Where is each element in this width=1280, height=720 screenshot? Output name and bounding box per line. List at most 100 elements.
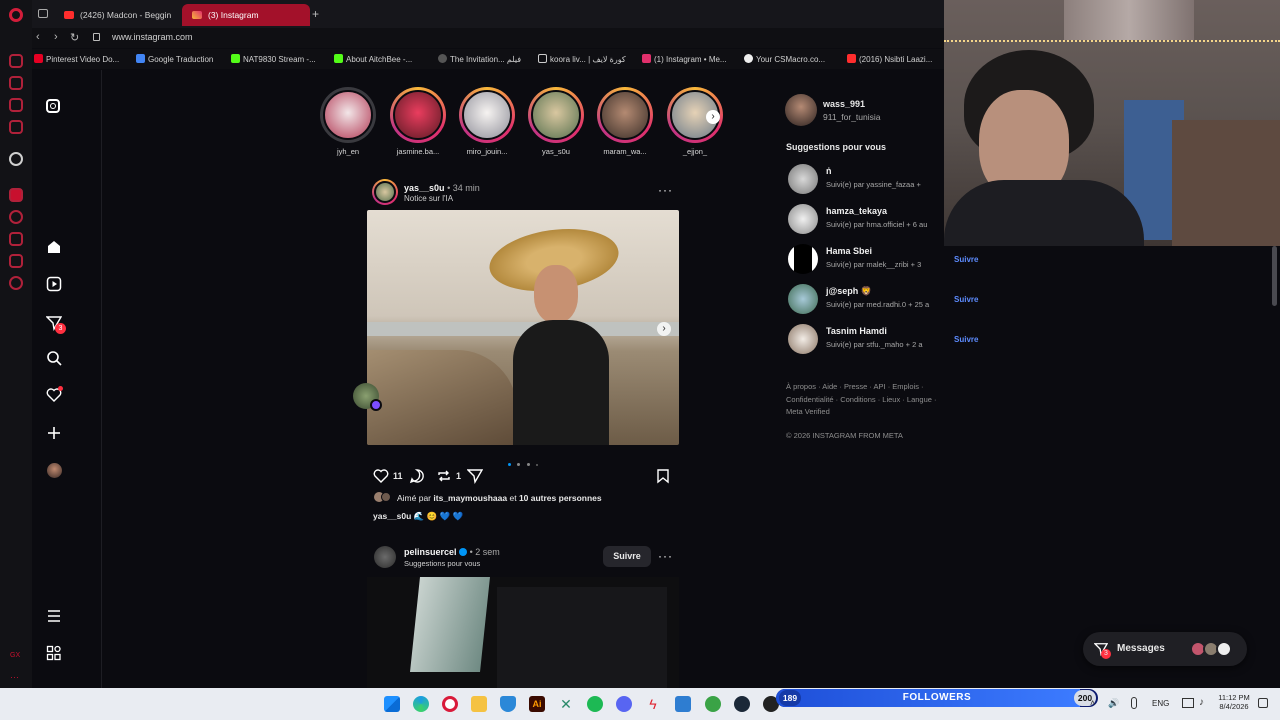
workspace-icon[interactable] [9, 76, 23, 90]
photos-icon[interactable] [675, 696, 691, 712]
bookmark-instagram[interactable]: (1) Instagram • Me... [642, 54, 727, 64]
post-options-icon[interactable]: ··· [658, 183, 673, 197]
comment-icon[interactable] [409, 468, 425, 484]
carousel-next-button[interactable]: › [657, 322, 671, 336]
post-options-icon[interactable]: ··· [658, 549, 673, 563]
suggestion-name[interactable]: hamza_tekaya [826, 206, 887, 216]
speaker-icon[interactable]: ♪ [1199, 697, 1204, 708]
forward-icon[interactable]: › [54, 31, 58, 43]
suggestion-follow-button[interactable]: Suivre [954, 295, 978, 304]
more-icon[interactable]: ··· [10, 672, 19, 682]
post-username[interactable]: yas__s0u [404, 183, 445, 193]
page-scrollbar[interactable] [1272, 246, 1277, 306]
tab-madcon[interactable]: (2426) Madcon - Beggin [54, 4, 182, 26]
story-item[interactable]: yas_s0u [526, 87, 586, 156]
bookmark-csmacro[interactable]: Your CSMacro.co... [744, 54, 825, 64]
suggestion-avatar[interactable] [788, 284, 818, 314]
repost-count[interactable]: 1 [456, 471, 461, 481]
url-field[interactable]: www.instagram.com [112, 32, 193, 42]
suggestion-name[interactable]: Tasnim Hamdi [826, 326, 887, 336]
caption-username[interactable]: yas__s0u [373, 511, 411, 521]
bookmark-invitation[interactable]: The Invitation... فيلم [438, 54, 521, 64]
create-icon[interactable] [46, 425, 62, 441]
network-icon[interactable] [1182, 698, 1194, 708]
profile-avatar[interactable] [785, 94, 817, 126]
post-author-avatar[interactable] [372, 179, 398, 205]
bookmark-koora[interactable]: koora liv... | كورة لايف [538, 54, 626, 64]
opera-logo-icon[interactable] [9, 8, 23, 22]
messenger-icon[interactable] [9, 98, 23, 112]
search-icon[interactable] [46, 350, 62, 366]
tab-overview-icon[interactable] [38, 9, 48, 18]
edge-icon[interactable] [413, 696, 429, 712]
music-icon[interactable] [9, 120, 23, 134]
liked-by-user[interactable]: its_maymoushaaa [433, 493, 507, 503]
language-indicator[interactable]: ENG [1152, 699, 1169, 708]
clock[interactable]: 11:12 PM 8/4/2026 [1215, 693, 1253, 711]
also-from-meta-icon[interactable] [46, 645, 62, 661]
bookmark-google-translate[interactable]: Google Traduction [136, 54, 213, 64]
suggestion-name[interactable]: ṅ [826, 166, 832, 176]
spotify-icon[interactable] [587, 696, 603, 712]
post-author-avatar[interactable] [374, 546, 396, 568]
volume-icon[interactable]: 🔊 [1108, 698, 1119, 709]
illustrator-icon[interactable]: Ai [529, 696, 545, 712]
file-explorer-icon[interactable] [471, 696, 487, 712]
post-username[interactable]: pelinsuercel [404, 547, 457, 557]
post-image[interactable] [367, 577, 679, 688]
steam-icon[interactable] [734, 696, 750, 712]
suggestion-avatar[interactable] [788, 244, 818, 274]
notification-center-icon[interactable] [1258, 698, 1268, 708]
suggestion-name[interactable]: Hama Sbei [826, 246, 872, 256]
flash-icon[interactable]: ϟ [645, 696, 661, 712]
suggestion-avatar[interactable] [788, 204, 818, 234]
menu-icon[interactable] [46, 608, 62, 624]
new-tab-button[interactable]: + [312, 7, 319, 21]
bookmark-nsibti[interactable]: (2016) Nsibti Laazi... [847, 54, 932, 64]
history-icon[interactable] [9, 210, 23, 224]
opera-icon[interactable] [442, 696, 458, 712]
stories-next-button[interactable]: › [706, 110, 720, 124]
tab-instagram[interactable]: (3) Instagram [182, 4, 310, 26]
reload-icon[interactable]: ↻ [70, 31, 79, 44]
defender-icon[interactable] [500, 696, 516, 712]
bookmark-kick[interactable]: NAT9830 Stream -... [231, 54, 316, 64]
aria-icon[interactable] [9, 54, 23, 68]
story-item[interactable]: jasmine.ba... [388, 87, 448, 156]
messages-button[interactable]: 3 Messages [1083, 632, 1247, 666]
footer-links[interactable]: À propos · Aide · Presse · API · Emplois… [786, 381, 946, 419]
repost-icon[interactable] [436, 468, 452, 484]
like-count[interactable]: 11 [393, 471, 403, 481]
profile-username[interactable]: wass_991 [823, 99, 865, 109]
share-icon[interactable] [467, 468, 483, 484]
extensions-icon[interactable] [9, 254, 23, 268]
start-icon[interactable] [384, 696, 400, 712]
story-item[interactable]: jyh_en [318, 87, 378, 156]
liked-by-others[interactable]: 10 autres personnes [519, 493, 602, 503]
post-image[interactable]: › [367, 210, 679, 445]
suggestion-name[interactable]: j@seph 🦁 [826, 286, 872, 297]
instagram-logo-icon[interactable] [46, 99, 60, 113]
follow-button[interactable]: Suivre [603, 546, 651, 567]
story-item[interactable]: maram_wa... [595, 87, 655, 156]
downloads-icon[interactable] [9, 232, 23, 246]
like-icon[interactable] [373, 468, 389, 484]
reels-icon[interactable] [46, 276, 62, 292]
suggestion-avatar[interactable] [788, 164, 818, 194]
settings-icon[interactable] [9, 276, 23, 290]
story-item[interactable]: miro_jouin... [457, 87, 517, 156]
microphone-icon[interactable] [1131, 697, 1137, 709]
chatgpt-icon[interactable] [9, 152, 23, 166]
tray-chevron-icon[interactable]: ˄ [1090, 698, 1095, 708]
back-icon[interactable]: ‹ [36, 31, 40, 43]
capcut-icon[interactable]: ✕ [558, 696, 574, 712]
utorrent-icon[interactable] [705, 696, 721, 712]
discord-icon[interactable] [616, 696, 632, 712]
profile-avatar[interactable] [47, 463, 62, 478]
suggestion-follow-button[interactable]: Suivre [954, 335, 978, 344]
home-icon[interactable] [46, 239, 62, 255]
pinboard-icon[interactable] [9, 188, 23, 202]
bookmark-kick-aitchbee[interactable]: About AitchBee -... [334, 54, 412, 64]
direct-messages-icon[interactable]: 3 [46, 315, 66, 334]
activity-icon[interactable] [46, 386, 63, 403]
